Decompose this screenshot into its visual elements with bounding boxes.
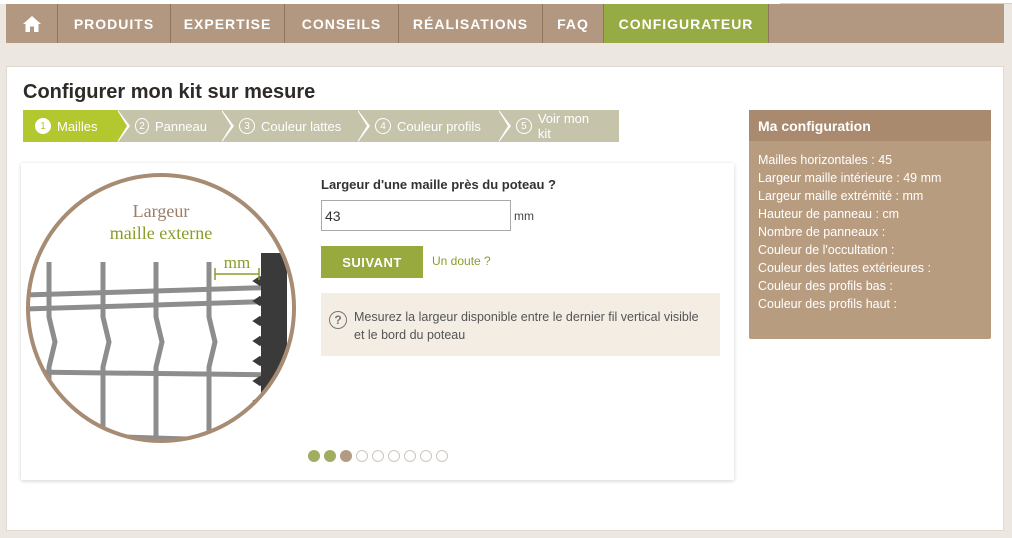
nav-item-expertise[interactable]: EXPERTISE [171, 4, 285, 43]
nav-item-faq[interactable]: FAQ [543, 4, 604, 43]
config-summary: Ma configuration Mailles horizontales : … [749, 110, 991, 339]
progress-dots [308, 450, 448, 462]
step-number: 1 [35, 118, 51, 134]
step-number: 2 [135, 118, 149, 134]
step-breadcrumb: 1 Mailles 2 Panneau 3 Couleur lattes 4 C… [23, 110, 619, 142]
step-panel: Largeur maille externe mm Largeur d'une … [21, 163, 734, 480]
next-button[interactable]: SUIVANT [321, 246, 423, 278]
progress-dot [356, 450, 368, 462]
config-line: Couleur des profils bas : [758, 279, 893, 293]
progress-dot [308, 450, 320, 462]
progress-dot [388, 450, 400, 462]
step-label: Panneau [154, 118, 207, 134]
nav-item-label: CONFIGURATEUR [618, 15, 754, 32]
nav-item-produits[interactable]: PRODUITS [58, 4, 171, 43]
progress-dot [340, 450, 352, 462]
nav-item-realisations[interactable]: RÉALISATIONS [399, 4, 543, 43]
nav-item-label: FAQ [557, 15, 589, 32]
step-mailles[interactable]: 1 Mailles [23, 110, 130, 142]
config-summary-list: Mailles horizontales : 45 Largeur maille… [749, 141, 991, 313]
config-line: Largeur maille intérieure : 49 mm [758, 171, 942, 185]
nav-item-configurateur[interactable]: CONFIGURATEUR [604, 4, 769, 43]
progress-dot [372, 450, 384, 462]
main-nav: PRODUITS EXPERTISE CONSEILS RÉALISATIONS… [6, 4, 1004, 43]
page-title: Configurer mon kit sur mesure [23, 81, 316, 103]
config-summary-title: Ma configuration [749, 110, 991, 141]
help-text: Mesurez la largeur disponible entre le d… [354, 310, 699, 342]
nav-home[interactable] [6, 4, 58, 43]
step-number: 4 [375, 118, 391, 134]
config-line: Hauteur de panneau : cm [758, 207, 900, 221]
illustration-label-line1: Largeur [133, 201, 190, 221]
illustration-unit-label: mm [224, 253, 250, 272]
config-line: Couleur de l'occultation : [758, 243, 895, 257]
step-number: 5 [516, 118, 532, 134]
nav-item-conseils[interactable]: CONSEILS [285, 4, 399, 43]
config-line: Mailles horizontales : 45 [758, 153, 893, 167]
unit-label: mm [514, 209, 534, 223]
step-couleur-profils[interactable]: 4 Couleur profils [357, 110, 511, 142]
mesh-width-illustration: Largeur maille externe mm [26, 173, 296, 443]
step-label: Couleur lattes [261, 118, 342, 134]
progress-dot [404, 450, 416, 462]
progress-dot [420, 450, 432, 462]
question-circle-icon: ? [329, 311, 347, 329]
config-line: Couleur des lattes extérieures : [758, 261, 932, 275]
home-icon [22, 15, 41, 32]
step-couleur-lattes[interactable]: 3 Couleur lattes [221, 110, 370, 142]
mesh-width-question: Largeur d'une maille près du poteau ? [321, 177, 556, 192]
progress-dot [436, 450, 448, 462]
progress-dot [324, 450, 336, 462]
step-label: Couleur profils [397, 118, 481, 134]
doubt-link[interactable]: Un doute ? [432, 254, 491, 268]
config-line: Nombre de panneaux : [758, 225, 886, 239]
step-label: Mailles [57, 118, 98, 134]
config-line: Largeur maille extrémité : mm [758, 189, 924, 203]
step-panneau[interactable]: 2 Panneau [117, 110, 234, 142]
nav-item-label: RÉALISATIONS [412, 15, 529, 32]
config-line: Couleur des profils haut : [758, 297, 897, 311]
illustration-label-line2: maille externe [110, 223, 212, 243]
nav-item-label: PRODUITS [73, 15, 155, 32]
step-voir-mon-kit[interactable]: 5 Voir mon kit [498, 110, 619, 142]
mesh-width-input[interactable] [321, 200, 511, 231]
nav-item-label: CONSEILS [301, 15, 382, 32]
nav-item-label: EXPERTISE [183, 15, 272, 32]
help-box: ? Mesurez la largeur disponible entre le… [321, 293, 720, 356]
step-label: Voir mon kit [537, 111, 590, 141]
configurator-card: Configurer mon kit sur mesure 1 Mailles … [6, 66, 1004, 531]
step-number: 3 [239, 118, 255, 134]
